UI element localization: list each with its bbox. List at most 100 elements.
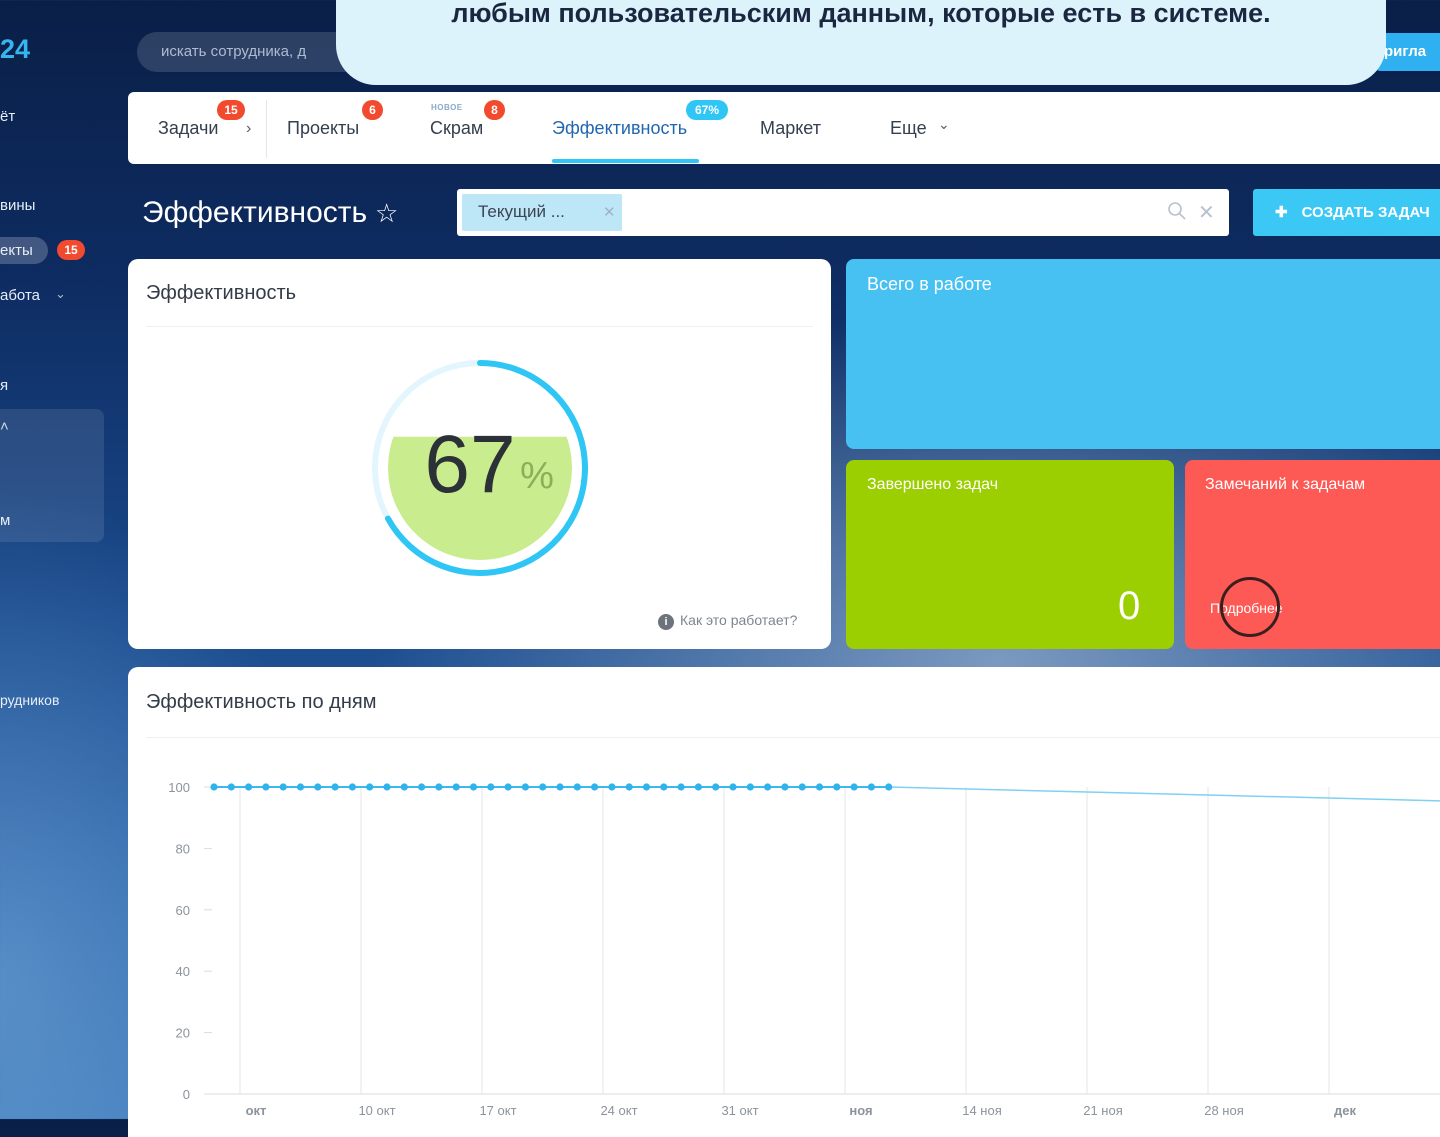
- data-point: [833, 783, 841, 791]
- chevron-up-icon[interactable]: ˄: [0, 418, 9, 435]
- data-point: [400, 783, 408, 791]
- new-tag: НОВОЕ: [431, 103, 463, 112]
- tab-divider: [266, 100, 267, 158]
- close-icon[interactable]: ✕: [603, 203, 616, 221]
- x-tick-label: 24 окт: [600, 1103, 637, 1118]
- data-point: [314, 783, 322, 791]
- tab-efficiency[interactable]: Эффективность: [552, 118, 687, 139]
- sidebar-item[interactable]: вины: [0, 197, 35, 214]
- data-point: [383, 783, 391, 791]
- data-point: [764, 783, 772, 791]
- click-indicator: [1220, 577, 1280, 637]
- x-tick-label: 14 ноя: [962, 1103, 1002, 1118]
- data-point: [712, 783, 720, 791]
- y-tick-label: 100: [168, 780, 190, 795]
- efficiency-unit: %: [520, 455, 554, 497]
- data-point: [746, 783, 754, 791]
- data-point: [850, 783, 858, 791]
- how-it-works-label: Как это работает?: [680, 612, 798, 628]
- data-point: [296, 783, 305, 791]
- x-tick-label: 10 окт: [358, 1103, 395, 1118]
- x-tick-label: дек: [1334, 1103, 1356, 1118]
- completed-value: 0: [1118, 584, 1141, 628]
- search-icon[interactable]: [1166, 200, 1188, 222]
- data-point: [210, 783, 218, 791]
- y-tick-label: 0: [183, 1087, 190, 1102]
- data-point: [418, 783, 426, 791]
- sidebar-submenu: [0, 409, 104, 542]
- data-point: [279, 783, 287, 791]
- x-tick-label: ноя: [849, 1103, 872, 1118]
- data-point: [539, 783, 547, 791]
- data-point: [435, 783, 443, 791]
- tab-projects[interactable]: Проекты: [287, 118, 359, 139]
- divider: [146, 326, 813, 327]
- search-input[interactable]: искать сотрудника, д: [137, 32, 367, 72]
- sidebar-item[interactable]: ёт: [0, 108, 15, 125]
- create-task-label: СОЗДАТЬ ЗАДАЧ: [1301, 204, 1430, 221]
- tab-tasks[interactable]: Задачи: [158, 118, 218, 139]
- sidebar-item[interactable]: рудников: [0, 692, 59, 708]
- x-tick-label: 21 ноя: [1083, 1103, 1123, 1118]
- star-icon[interactable]: ☆: [375, 198, 398, 229]
- info-icon: i: [658, 614, 674, 630]
- data-point: [487, 783, 495, 791]
- chevron-down-icon[interactable]: ⌄: [938, 116, 950, 133]
- sidebar-item[interactable]: я: [0, 377, 8, 394]
- sidebar-badge: 15: [57, 240, 85, 260]
- tab-badge: 15: [217, 100, 245, 120]
- data-point: [660, 783, 668, 791]
- data-point: [694, 783, 703, 791]
- tab-more[interactable]: Еще: [890, 118, 927, 139]
- tab-scrum[interactable]: Скрам: [430, 118, 483, 139]
- data-point: [521, 783, 529, 791]
- x-tick-label: 28 ноя: [1204, 1103, 1244, 1118]
- tab-badge: 8: [484, 100, 505, 120]
- logo[interactable]: 24: [0, 34, 30, 65]
- callout-text: любым пользовательским данным, которые е…: [451, 0, 1271, 28]
- sidebar-item[interactable]: м: [0, 512, 10, 529]
- tab-active-indicator: [552, 159, 699, 163]
- data-point: [262, 783, 270, 791]
- data-point: [781, 783, 789, 791]
- data-point: [591, 783, 599, 791]
- sidebar-item[interactable]: абота: [0, 287, 40, 304]
- completed-title: Завершено задач: [867, 476, 999, 493]
- data-point: [798, 783, 806, 791]
- data-point: [885, 783, 893, 791]
- create-task-button[interactable]: ✚ СОЗДАТЬ ЗАДАЧ: [1253, 189, 1440, 236]
- data-point: [867, 783, 876, 791]
- trend-line: [888, 786, 1440, 802]
- data-point: [625, 783, 633, 791]
- data-point: [227, 783, 235, 791]
- callout-banner: любым пользовательским данным, которые е…: [336, 0, 1386, 85]
- efficiency-value: 67: [424, 419, 515, 510]
- data-point: [729, 783, 737, 791]
- data-point: [366, 783, 374, 791]
- y-tick-label: 80: [176, 841, 190, 856]
- plus-icon: ✚: [1275, 204, 1288, 221]
- data-point: [469, 783, 478, 791]
- y-tick-label: 20: [176, 1026, 190, 1041]
- data-point: [642, 783, 651, 791]
- data-point: [331, 783, 339, 791]
- data-point: [815, 783, 824, 791]
- x-tick-label: 31 окт: [721, 1103, 758, 1118]
- tab-market[interactable]: Маркет: [760, 118, 821, 139]
- x-tick-label: окт: [246, 1103, 267, 1118]
- sidebar-item-projects[interactable]: екты: [0, 242, 33, 259]
- divider: [146, 737, 1440, 738]
- data-point: [245, 783, 253, 791]
- y-tick-label: 40: [176, 964, 190, 979]
- page-title: Эффективность: [142, 196, 368, 229]
- data-point: [573, 783, 581, 791]
- how-it-works-link[interactable]: i Как это работает?: [658, 612, 797, 630]
- efficiency-gauge: 67 %: [372, 360, 588, 576]
- chevron-down-icon[interactable]: ⌄: [55, 286, 66, 302]
- data-point: [452, 783, 460, 791]
- efficiency-card-title: Эффективность: [146, 282, 297, 304]
- data-point: [504, 783, 512, 791]
- clear-icon[interactable]: ✕: [1198, 200, 1215, 225]
- chevron-right-icon[interactable]: ›: [246, 120, 251, 138]
- x-tick-label: 17 окт: [479, 1103, 516, 1118]
